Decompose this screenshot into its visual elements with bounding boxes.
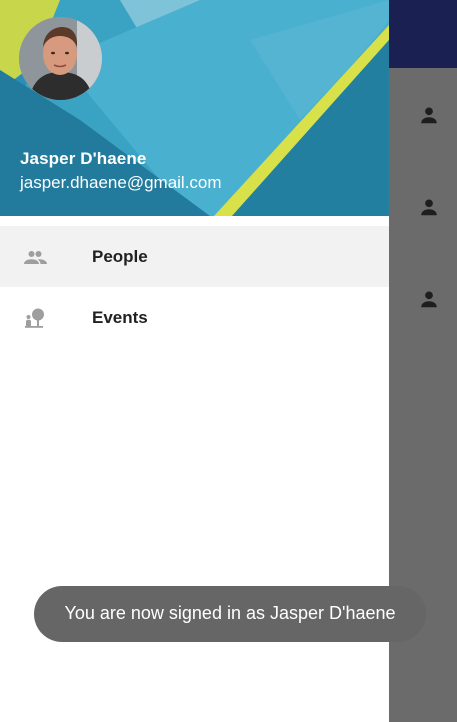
person-icon[interactable] — [418, 196, 440, 218]
people-icon — [23, 245, 47, 269]
drawer-item-people[interactable]: People — [0, 226, 389, 287]
toast: You are now signed in as Jasper D'haene — [34, 586, 426, 642]
events-icon — [23, 306, 47, 330]
toast-message: You are now signed in as Jasper D'haene — [64, 603, 396, 623]
app-toolbar — [389, 0, 457, 68]
drawer-item-label: Events — [92, 308, 148, 327]
screen: Jasper D'haene jasper.dhaene@gmail.com P… — [0, 0, 457, 722]
person-icon[interactable] — [418, 104, 440, 126]
drawer-menu: People Events — [0, 226, 389, 348]
user-email: jasper.dhaene@gmail.com — [20, 173, 222, 192]
avatar[interactable] — [19, 17, 102, 100]
drawer-item-events[interactable]: Events — [0, 287, 389, 348]
person-icon[interactable] — [418, 288, 440, 310]
drawer-item-label: People — [92, 247, 148, 266]
user-name: Jasper D'haene — [20, 149, 147, 168]
drawer-header: Jasper D'haene jasper.dhaene@gmail.com — [0, 0, 389, 216]
